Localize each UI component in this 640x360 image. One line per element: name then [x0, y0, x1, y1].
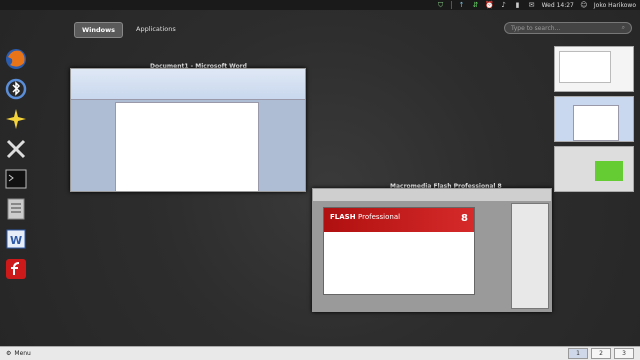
svg-text:W: W [10, 234, 22, 247]
window-flash[interactable]: FLASH Professional 8 [312, 188, 552, 312]
flash-brand: FLASH [330, 213, 356, 221]
terminal-icon[interactable] [3, 166, 29, 192]
mail-icon[interactable]: ✉ [528, 1, 536, 9]
search-input[interactable]: Type to search... ⌕ [504, 22, 632, 34]
flash-version: 8 [461, 213, 468, 224]
workspace-thumb-1[interactable] [554, 46, 634, 92]
dash-dock: W [3, 46, 31, 282]
word-icon[interactable]: W [3, 226, 29, 252]
flash-icon[interactable] [3, 256, 29, 282]
star-icon[interactable] [3, 106, 29, 132]
firefox-icon[interactable] [3, 46, 29, 72]
view-tabs: Windows Applications [74, 22, 183, 38]
bottom-panel: ⚙ Menu 1 2 3 [0, 346, 640, 360]
bluetooth-icon[interactable] [3, 76, 29, 102]
tab-applications[interactable]: Applications [129, 22, 183, 38]
file-manager-icon[interactable] [3, 196, 29, 222]
tab-windows[interactable]: Windows [74, 22, 124, 38]
word-workspace [71, 100, 305, 191]
flash-properties-panel [511, 203, 549, 309]
search-placeholder: Type to search... [511, 24, 561, 32]
workspace-button-2[interactable]: 2 [591, 348, 611, 359]
top-panel: ⛉ ↑ ⇵ ⏰ ♪ ▮ ✉ Wed 14:27 ☺ Joko Harikowo [0, 0, 640, 10]
word-ribbon [71, 69, 305, 100]
volume-icon[interactable]: ♪ [500, 1, 508, 9]
flash-banner: FLASH Professional 8 [324, 208, 474, 232]
flash-workspace: FLASH Professional 8 [313, 201, 551, 311]
workspace-strip [554, 46, 634, 192]
flash-product: Professional [358, 213, 401, 221]
workspace-thumb-3[interactable] [554, 146, 634, 192]
search-icon: ⌕ [621, 24, 625, 31]
flash-start-page: FLASH Professional 8 [323, 207, 475, 295]
user-name[interactable]: Joko Harikowo [594, 2, 636, 9]
system-tools-icon[interactable] [3, 136, 29, 162]
battery-icon[interactable]: ▮ [514, 1, 522, 9]
menu-icon: ⚙ [6, 350, 12, 357]
tray-separator [450, 1, 452, 9]
user-icon: ☺ [580, 1, 588, 9]
alarm-icon[interactable]: ⏰ [485, 1, 494, 9]
menu-button[interactable]: ⚙ Menu [0, 350, 37, 357]
clock[interactable]: Wed 14:27 [542, 2, 574, 9]
word-page [115, 102, 259, 191]
window-word[interactable] [70, 68, 306, 192]
menu-label: Menu [14, 350, 31, 357]
shield-icon[interactable]: ⛉ [437, 1, 445, 9]
workspace-button-3[interactable]: 3 [614, 348, 634, 359]
workspace-button-1[interactable]: 1 [568, 348, 588, 359]
network-icon[interactable]: ↑ [458, 1, 466, 9]
update-icon[interactable]: ⇵ [472, 1, 480, 9]
workspace-switcher: 1 2 3 [568, 348, 640, 359]
workspace-thumb-2[interactable] [554, 96, 634, 142]
